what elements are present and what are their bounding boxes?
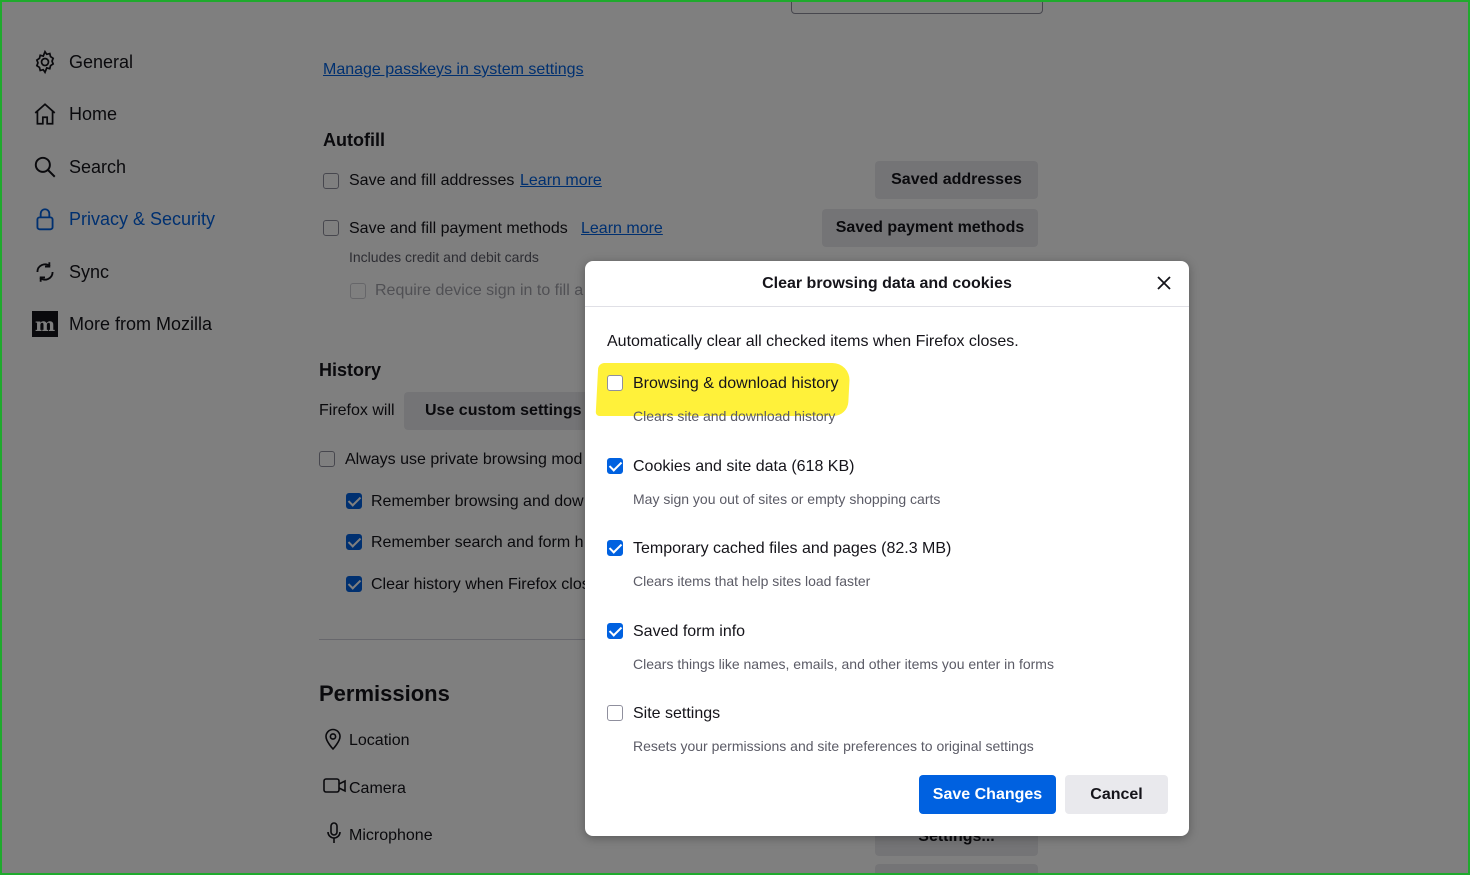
cache-description: Clears items that help sites load faster — [633, 573, 871, 589]
site-settings-checkbox[interactable] — [607, 705, 623, 721]
form-info-label: Saved form info — [633, 623, 746, 640]
form-info-description: Clears things like names, emails, and ot… — [633, 656, 1054, 672]
cache-checkbox[interactable] — [607, 540, 623, 556]
cookies-checkbox[interactable] — [607, 458, 623, 474]
dialog-title: Clear browsing data and cookies — [585, 261, 1189, 307]
site-settings-label: Site settings — [633, 705, 721, 722]
close-icon[interactable] — [1153, 273, 1175, 295]
save-changes-button[interactable]: Save Changes — [919, 775, 1056, 814]
cache-label: Temporary cached files and pages (82.3 M… — [633, 540, 952, 557]
browsing-history-checkbox[interactable] — [607, 375, 623, 391]
cookies-description: May sign you out of sites or empty shopp… — [633, 491, 941, 507]
browsing-history-label: Browsing & download history — [633, 375, 839, 392]
dialog-intro: Automatically clear all checked items wh… — [607, 333, 1019, 350]
preferences-page: General Home Search Privacy & Security S… — [0, 0, 1470, 875]
cancel-button[interactable]: Cancel — [1065, 775, 1168, 814]
site-settings-description: Resets your permissions and site prefere… — [633, 738, 1034, 754]
cookies-label: Cookies and site data (618 KB) — [633, 458, 855, 475]
browsing-history-description: Clears site and download history — [633, 408, 836, 424]
clear-data-dialog: Clear browsing data and cookies Automati… — [585, 261, 1189, 836]
form-info-checkbox[interactable] — [607, 623, 623, 639]
